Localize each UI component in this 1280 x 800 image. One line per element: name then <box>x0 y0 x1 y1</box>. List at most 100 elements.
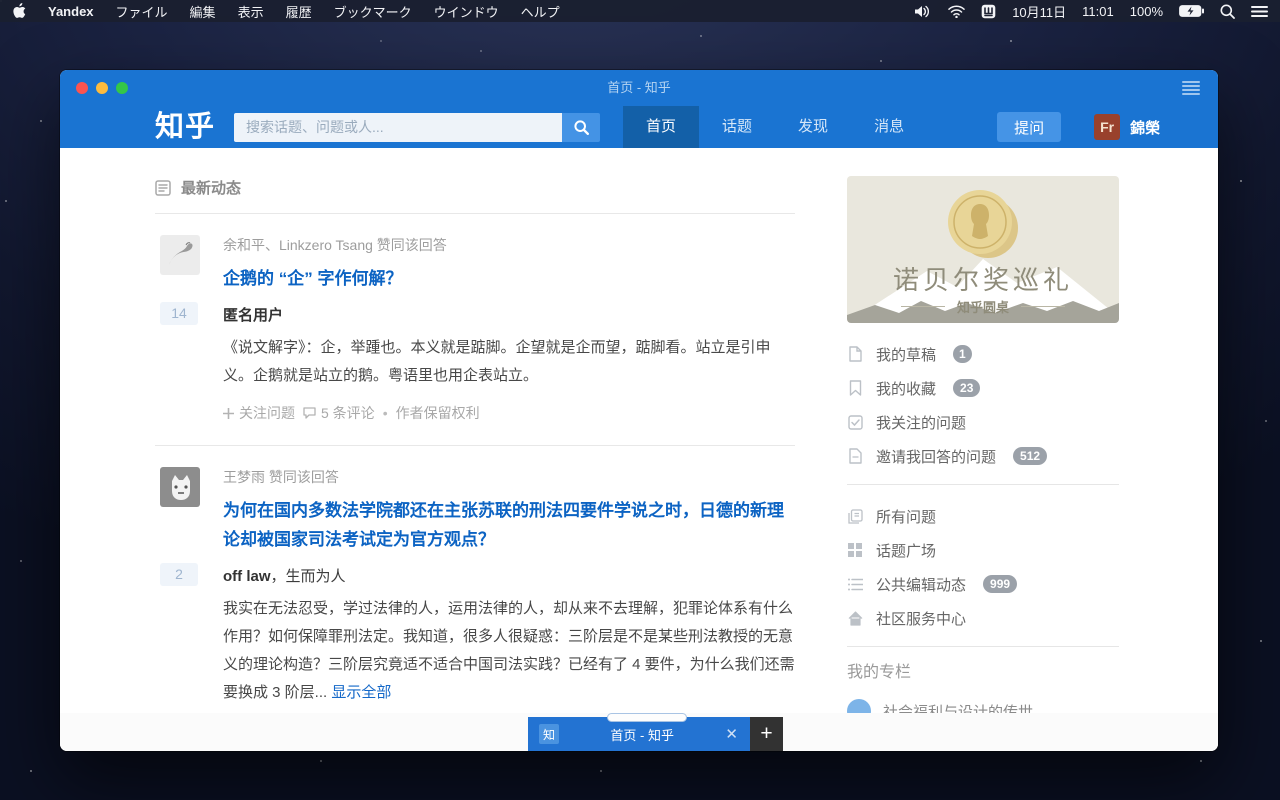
browser-menu-icon[interactable] <box>1182 81 1200 95</box>
vote-count[interactable]: 2 <box>160 563 198 586</box>
count-badge: 1 <box>953 345 972 363</box>
answer-excerpt: 《说文解字》：企，举踵也。本义就是踮脚。企望就是企而望，踮脚看。站立是引申义。企… <box>223 334 795 390</box>
tab-handle[interactable] <box>607 713 687 722</box>
menu-window[interactable]: ウインドウ <box>434 2 499 21</box>
checkbox-icon <box>847 414 863 430</box>
new-tab-button[interactable]: + <box>750 717 783 751</box>
input-source-icon[interactable] <box>981 4 996 19</box>
main-nav: 首页 话题 发现 消息 <box>623 106 927 148</box>
nobel-medal-icon <box>942 188 1024 262</box>
question-title[interactable]: 企鹅的 “企” 字作何解？ <box>223 264 795 293</box>
column-item[interactable]: 社会福利与设计的传世 <box>847 699 1119 713</box>
search-button[interactable] <box>562 113 600 142</box>
menu-file[interactable]: ファイル <box>116 2 168 21</box>
feed-item: 余和平、Linkzero Tsang 赞同该回答 企鹅的 “企” 字作何解？ 1… <box>155 214 795 445</box>
browser-window: 首页 - 知乎 知乎 首页 话题 发现 消息 提问 Fr 錦榮 <box>60 70 1218 751</box>
menubar-app-name[interactable]: Yandex <box>48 4 94 19</box>
author-name[interactable]: off law <box>223 568 271 585</box>
site-header: 知乎 首页 话题 发现 消息 提问 Fr 錦榮 <box>60 106 1218 148</box>
separator-dot: • <box>383 405 388 421</box>
follow-question-button[interactable]: 关注问题 <box>223 403 295 423</box>
column-title: 社会福利与设计的传世 <box>883 701 1033 714</box>
menubar-time[interactable]: 11:01 <box>1082 4 1114 19</box>
spotlight-search-icon[interactable] <box>1220 4 1235 19</box>
author-rights-label: 作者保留权利 <box>396 403 480 423</box>
sidebar-item-drafts[interactable]: 我的草稿 1 <box>847 337 1119 371</box>
sidebar-item-community-service[interactable]: 社区服务中心 <box>847 601 1119 635</box>
questions-icon <box>847 508 863 524</box>
home-icon <box>847 610 863 626</box>
invite-icon <box>847 448 863 464</box>
battery-percent: 100% <box>1130 4 1163 19</box>
author-row: 14 匿名用户 <box>223 304 795 325</box>
author-row: 2 off law，生而为人 <box>223 565 795 586</box>
menu-edit[interactable]: 編集 <box>190 2 216 21</box>
sidebar: 诺贝尔奖巡礼 知乎圆桌 我的草稿 1 我的收藏 23 <box>847 148 1119 713</box>
wifi-icon[interactable] <box>948 5 965 18</box>
grid-icon <box>847 542 863 558</box>
draft-icon <box>847 346 863 362</box>
window-title: 首页 - 知乎 <box>60 70 1218 106</box>
menubar-date[interactable]: 10月11日 <box>1012 2 1066 21</box>
banner-subtitle: 知乎圆桌 <box>847 297 1119 316</box>
sidebar-item-invited-questions[interactable]: 邀请我回答的问题 512 <box>847 439 1119 473</box>
menu-help[interactable]: ヘルプ <box>521 2 560 21</box>
divider <box>847 484 1119 485</box>
browser-tabbar: 知 首页 - 知乎 ✕ + <box>60 713 1218 751</box>
nobel-banner[interactable]: 诺贝尔奖巡礼 知乎圆桌 <box>847 176 1119 323</box>
nav-explore[interactable]: 发现 <box>775 106 851 148</box>
sidebar-item-collections[interactable]: 我的收藏 23 <box>847 371 1119 405</box>
feed-header: 最新动态 <box>155 177 795 198</box>
author-name[interactable]: 匿名用户 <box>223 307 283 324</box>
question-title[interactable]: 为何在国内多数法学院都还在主张苏联的刑法四要件学说之时，日德的新理论却被国家司法… <box>223 496 795 554</box>
sidebar-item-followed-questions[interactable]: 我关注的问题 <box>847 405 1119 439</box>
apple-logo-icon[interactable] <box>12 3 26 19</box>
browser-tab-zhihu[interactable]: 知 首页 - 知乎 ✕ <box>528 717 750 751</box>
feed-header-label: 最新动态 <box>181 177 241 198</box>
user-avatar[interactable]: Fr <box>1094 114 1120 140</box>
tab-close-icon[interactable]: ✕ <box>725 725 738 743</box>
answer-excerpt: 我实在无法忍受，学过法律的人，运用法律的人，却从来不去理解，犯罪论体系有什么作用… <box>223 595 795 707</box>
feed-meta: 余和平、Linkzero Tsang 赞同该回答 <box>223 214 795 255</box>
sidebar-item-all-questions[interactable]: 所有问题 <box>847 499 1119 533</box>
zhihu-logo[interactable]: 知乎 <box>155 106 215 148</box>
user-name[interactable]: 錦榮 <box>1130 117 1160 138</box>
nav-home[interactable]: 首页 <box>623 106 699 148</box>
menu-bookmarks[interactable]: ブックマーク <box>334 2 412 21</box>
author-bio: ，生而为人 <box>271 568 346 585</box>
count-badge: 23 <box>953 379 980 397</box>
vote-count[interactable]: 14 <box>160 302 198 325</box>
battery-charging-icon[interactable] <box>1179 5 1204 17</box>
feed-item: 王梦雨 赞同该回答 为何在国内多数法学院都还在主张苏联的刑法四要件学说之时，日德… <box>155 446 795 713</box>
notification-center-icon[interactable] <box>1251 5 1268 18</box>
page-content: 最新动态 余和平、Linkzero Tsang 赞同该回答 企鹅的 “企” 字作… <box>60 148 1218 713</box>
comments-button[interactable]: 5 条评论 <box>303 403 375 423</box>
window-titlebar[interactable]: 首页 - 知乎 <box>60 70 1218 106</box>
menu-view[interactable]: 表示 <box>238 2 264 21</box>
sidebar-item-public-edits[interactable]: 公共编辑动态 999 <box>847 567 1119 601</box>
sidebar-menu-personal: 我的草稿 1 我的收藏 23 我关注的问题 邀请我回答的问题 512 <box>847 337 1119 473</box>
feed-meta: 王梦雨 赞同该回答 <box>223 446 795 487</box>
feed-column: 最新动态 余和平、Linkzero Tsang 赞同该回答 企鹅的 “企” 字作… <box>155 148 795 713</box>
avatar[interactable] <box>160 467 200 507</box>
show-all-link[interactable]: 显示全部 <box>331 684 391 701</box>
nav-topics[interactable]: 话题 <box>699 106 775 148</box>
count-badge: 512 <box>1013 447 1047 465</box>
search-icon <box>574 120 589 135</box>
my-columns-header: 我的专栏 <box>847 658 1119 682</box>
count-badge: 999 <box>983 575 1017 593</box>
feed-actions: 关注问题 5 条评论 • 作者保留权利 <box>223 403 795 445</box>
feed-list-icon <box>155 180 171 196</box>
plus-icon <box>223 408 234 419</box>
banner-title: 诺贝尔奖巡礼 <box>847 260 1119 297</box>
search-input[interactable] <box>234 113 562 142</box>
tab-title: 首页 - 知乎 <box>559 725 725 744</box>
avatar[interactable] <box>160 235 200 275</box>
user-chip[interactable]: Fr 錦榮 <box>1094 114 1160 140</box>
menu-history[interactable]: 履歴 <box>286 2 312 21</box>
ask-question-button[interactable]: 提问 <box>997 112 1061 142</box>
volume-icon[interactable] <box>915 5 932 18</box>
nav-messages[interactable]: 消息 <box>851 106 927 148</box>
sidebar-item-topic-square[interactable]: 话题广场 <box>847 533 1119 567</box>
search-bar <box>234 113 600 142</box>
